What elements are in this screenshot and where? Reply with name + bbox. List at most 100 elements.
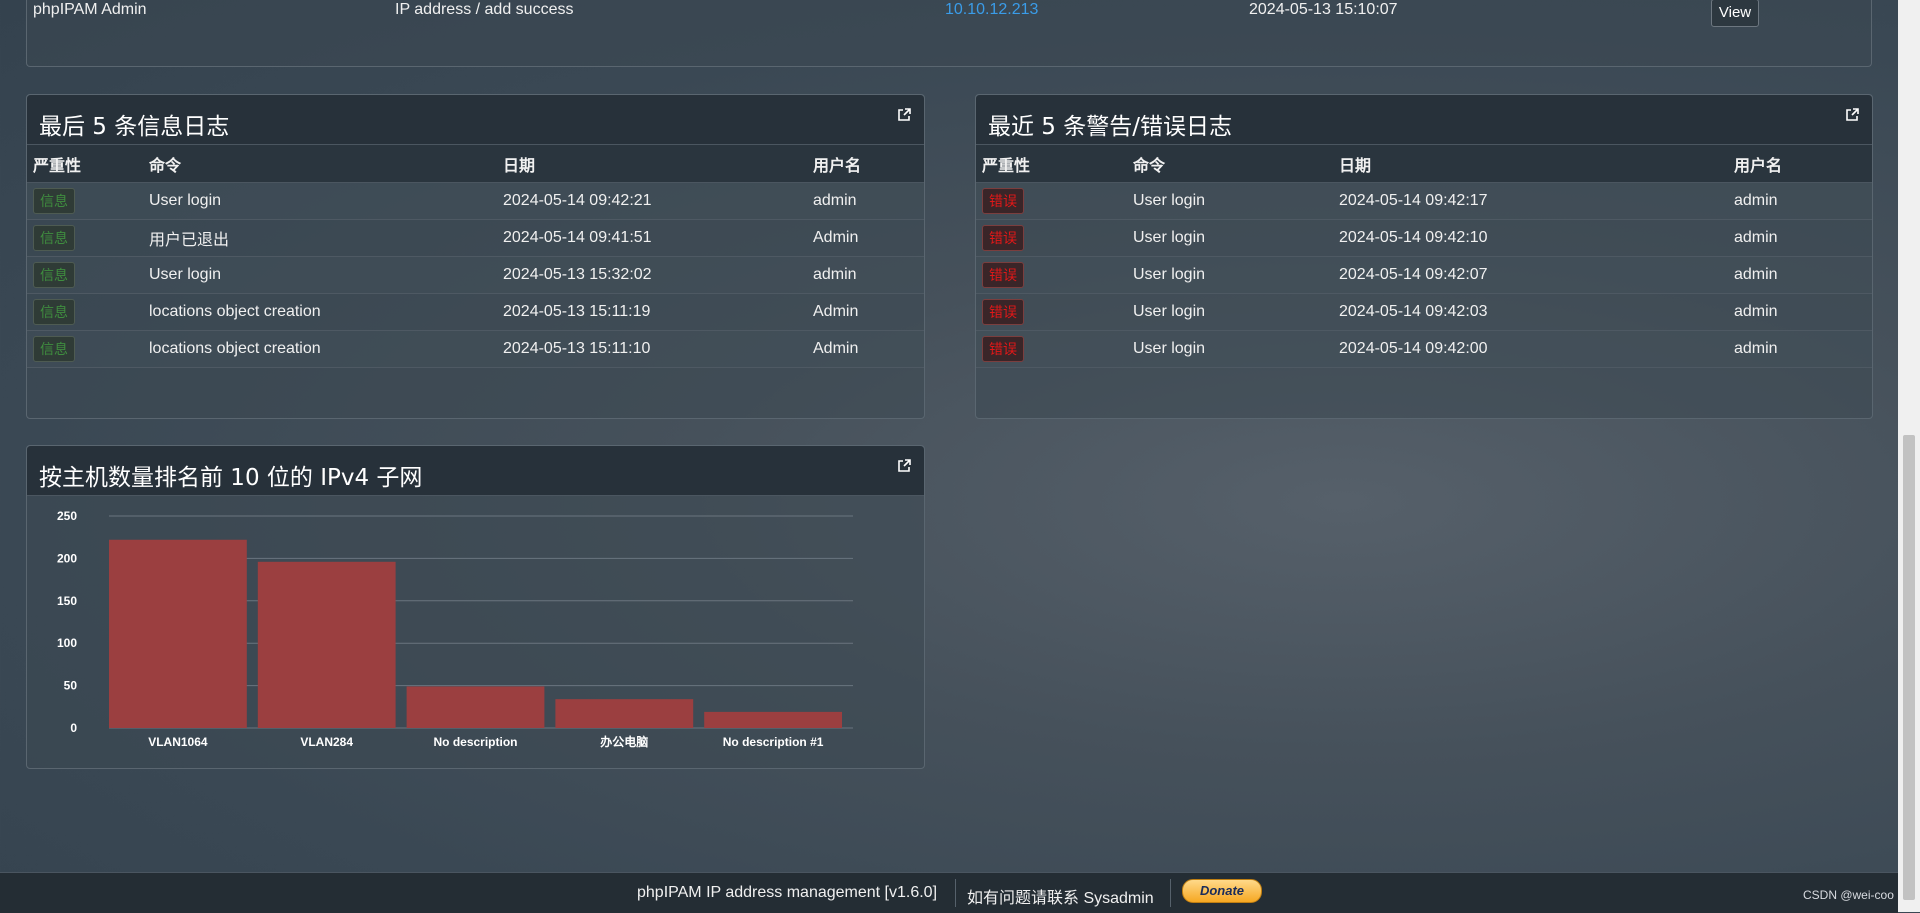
- bar: [406, 686, 545, 728]
- bar: [257, 561, 396, 728]
- top-subnets-header: 按主机数量排名前 10 位的 IPv4 子网: [27, 446, 924, 496]
- donate-button[interactable]: Donate: [1182, 879, 1262, 903]
- table-row: 错误 User login 2024-05-14 09:42:17 admin: [976, 182, 1872, 220]
- bar: [109, 539, 247, 728]
- bar: [555, 699, 694, 728]
- footer-divider: [955, 879, 956, 907]
- log-user: admin: [1728, 330, 1872, 368]
- y-tick-label: 100: [57, 636, 77, 650]
- log-command: locations object creation: [143, 293, 497, 331]
- error-logs-header: 最近 5 条警告/错误日志: [976, 95, 1872, 145]
- col-severity: 严重性: [27, 145, 143, 183]
- footer-app-version: phpIPAM IP address management [v1.6.0]: [637, 884, 938, 901]
- change-ip-link[interactable]: 10.10.12.213: [945, 1, 1038, 19]
- col-date: 日期: [497, 145, 807, 183]
- info-logs-header: 最后 5 条信息日志: [27, 95, 924, 145]
- x-tick-label: No description: [433, 735, 517, 749]
- table-row: 错误 User login 2024-05-14 09:42:00 admin: [976, 330, 1872, 368]
- y-tick-label: 250: [57, 509, 77, 523]
- change-date: 2024-05-13 15:10:07: [1249, 1, 1398, 18]
- table-row: 信息 User login 2024-05-13 15:32:02 admin: [27, 256, 924, 294]
- change-user: phpIPAM Admin: [33, 1, 147, 18]
- log-date: 2024-05-14 09:41:51: [497, 219, 807, 257]
- log-command: User login: [1127, 256, 1333, 294]
- y-tick-label: 150: [57, 594, 77, 608]
- log-command: locations object creation: [143, 330, 497, 368]
- severity-badge: 信息: [33, 188, 75, 214]
- log-date: 2024-05-13 15:11:19: [497, 293, 807, 331]
- log-date: 2024-05-14 09:42:17: [1333, 182, 1728, 220]
- log-date: 2024-05-14 09:42:10: [1333, 219, 1728, 257]
- log-command: User login: [143, 182, 497, 220]
- info-logs-panel: 最后 5 条信息日志 严重性 命令 日期 用户名 信息 User login 2…: [26, 94, 925, 419]
- view-button[interactable]: View: [1711, 0, 1759, 27]
- severity-badge: 错误: [982, 225, 1024, 251]
- log-date: 2024-05-13 15:11:10: [497, 330, 807, 368]
- log-date: 2024-05-14 09:42:00: [1333, 330, 1728, 368]
- log-user: admin: [1728, 293, 1872, 331]
- col-command: 命令: [1127, 145, 1333, 183]
- log-user: Admin: [807, 293, 924, 331]
- scroll-thumb[interactable]: [1903, 435, 1915, 900]
- top-subnets-title: 按主机数量排名前 10 位的 IPv4 子网: [39, 465, 423, 491]
- y-tick-label: 200: [57, 551, 77, 565]
- footer-divider: [1170, 879, 1171, 907]
- external-link-icon[interactable]: [896, 107, 912, 123]
- y-tick-label: 50: [64, 679, 78, 693]
- scrollbar[interactable]: [1898, 0, 1920, 912]
- col-user: 用户名: [807, 145, 924, 183]
- log-command: User login: [1127, 219, 1333, 257]
- log-user: Admin: [807, 330, 924, 368]
- info-logs-table: 严重性 命令 日期 用户名 信息 User login 2024-05-14 0…: [27, 145, 924, 368]
- table-row: 信息 用户已退出 2024-05-14 09:41:51 Admin: [27, 219, 924, 257]
- change-event: IP address / add success: [395, 1, 574, 18]
- table-row: 信息 locations object creation 2024-05-13 …: [27, 330, 924, 368]
- external-link-icon[interactable]: [896, 458, 912, 474]
- severity-badge: 信息: [33, 336, 75, 362]
- col-severity: 严重性: [976, 145, 1127, 183]
- table-row: 信息 locations object creation 2024-05-13 …: [27, 293, 924, 331]
- log-date: 2024-05-13 15:32:02: [497, 256, 807, 294]
- log-user: admin: [1728, 182, 1872, 220]
- table-row: 信息 User login 2024-05-14 09:42:21 admin: [27, 182, 924, 220]
- log-user: Admin: [807, 219, 924, 257]
- severity-badge: 错误: [982, 188, 1024, 214]
- severity-badge: 错误: [982, 262, 1024, 288]
- bar: [704, 711, 842, 728]
- log-user: admin: [1728, 219, 1872, 257]
- col-user: 用户名: [1728, 145, 1872, 183]
- info-logs-title: 最后 5 条信息日志: [39, 114, 230, 140]
- log-date: 2024-05-14 09:42:03: [1333, 293, 1728, 331]
- severity-badge: 信息: [33, 225, 75, 251]
- log-user: admin: [1728, 256, 1872, 294]
- severity-badge: 信息: [33, 262, 75, 288]
- severity-badge: 错误: [982, 336, 1024, 362]
- footer: phpIPAM IP address management [v1.6.0] 如…: [0, 872, 1898, 913]
- error-logs-title: 最近 5 条警告/错误日志: [988, 114, 1233, 140]
- x-tick-label: No description #1: [723, 735, 824, 749]
- severity-badge: 错误: [982, 299, 1024, 325]
- subnet-bar-chart: 0 50 100 150 200 250 VLAN1064 VLAN284 No descrip…: [57, 509, 853, 749]
- log-command: User login: [143, 256, 497, 294]
- table-row: 错误 User login 2024-05-14 09:42:07 admin: [976, 256, 1872, 294]
- external-link-icon[interactable]: [1844, 107, 1860, 123]
- watermark: CSDN @wei-coo: [1803, 888, 1894, 902]
- x-tick-label: 办公电脑: [600, 734, 648, 749]
- log-user: admin: [807, 182, 924, 220]
- table-row: 错误 User login 2024-05-14 09:42:10 admin: [976, 219, 1872, 257]
- log-command: User login: [1127, 330, 1333, 368]
- error-logs-panel: 最近 5 条警告/错误日志 严重性 命令 日期 用户名 错误 User logi…: [975, 94, 1873, 419]
- y-tick-label: 0: [70, 721, 77, 735]
- top-subnets-panel: 按主机数量排名前 10 位的 IPv4 子网 0 50 100 150 200 250 VL…: [26, 445, 925, 769]
- log-command: 用户已退出: [143, 219, 497, 257]
- log-date: 2024-05-14 09:42:07: [1333, 256, 1728, 294]
- col-command: 命令: [143, 145, 497, 183]
- log-command: User login: [1127, 293, 1333, 331]
- x-tick-label: VLAN284: [300, 735, 353, 749]
- log-command: User login: [1127, 182, 1333, 220]
- col-date: 日期: [1333, 145, 1728, 183]
- log-user: admin: [807, 256, 924, 294]
- log-date: 2024-05-14 09:42:21: [497, 182, 807, 220]
- recent-changes-panel-bottom: phpIPAM Admin IP address / add success 1…: [26, 0, 1872, 67]
- footer-contact: 如有问题请联系 Sysadmin: [967, 890, 1154, 907]
